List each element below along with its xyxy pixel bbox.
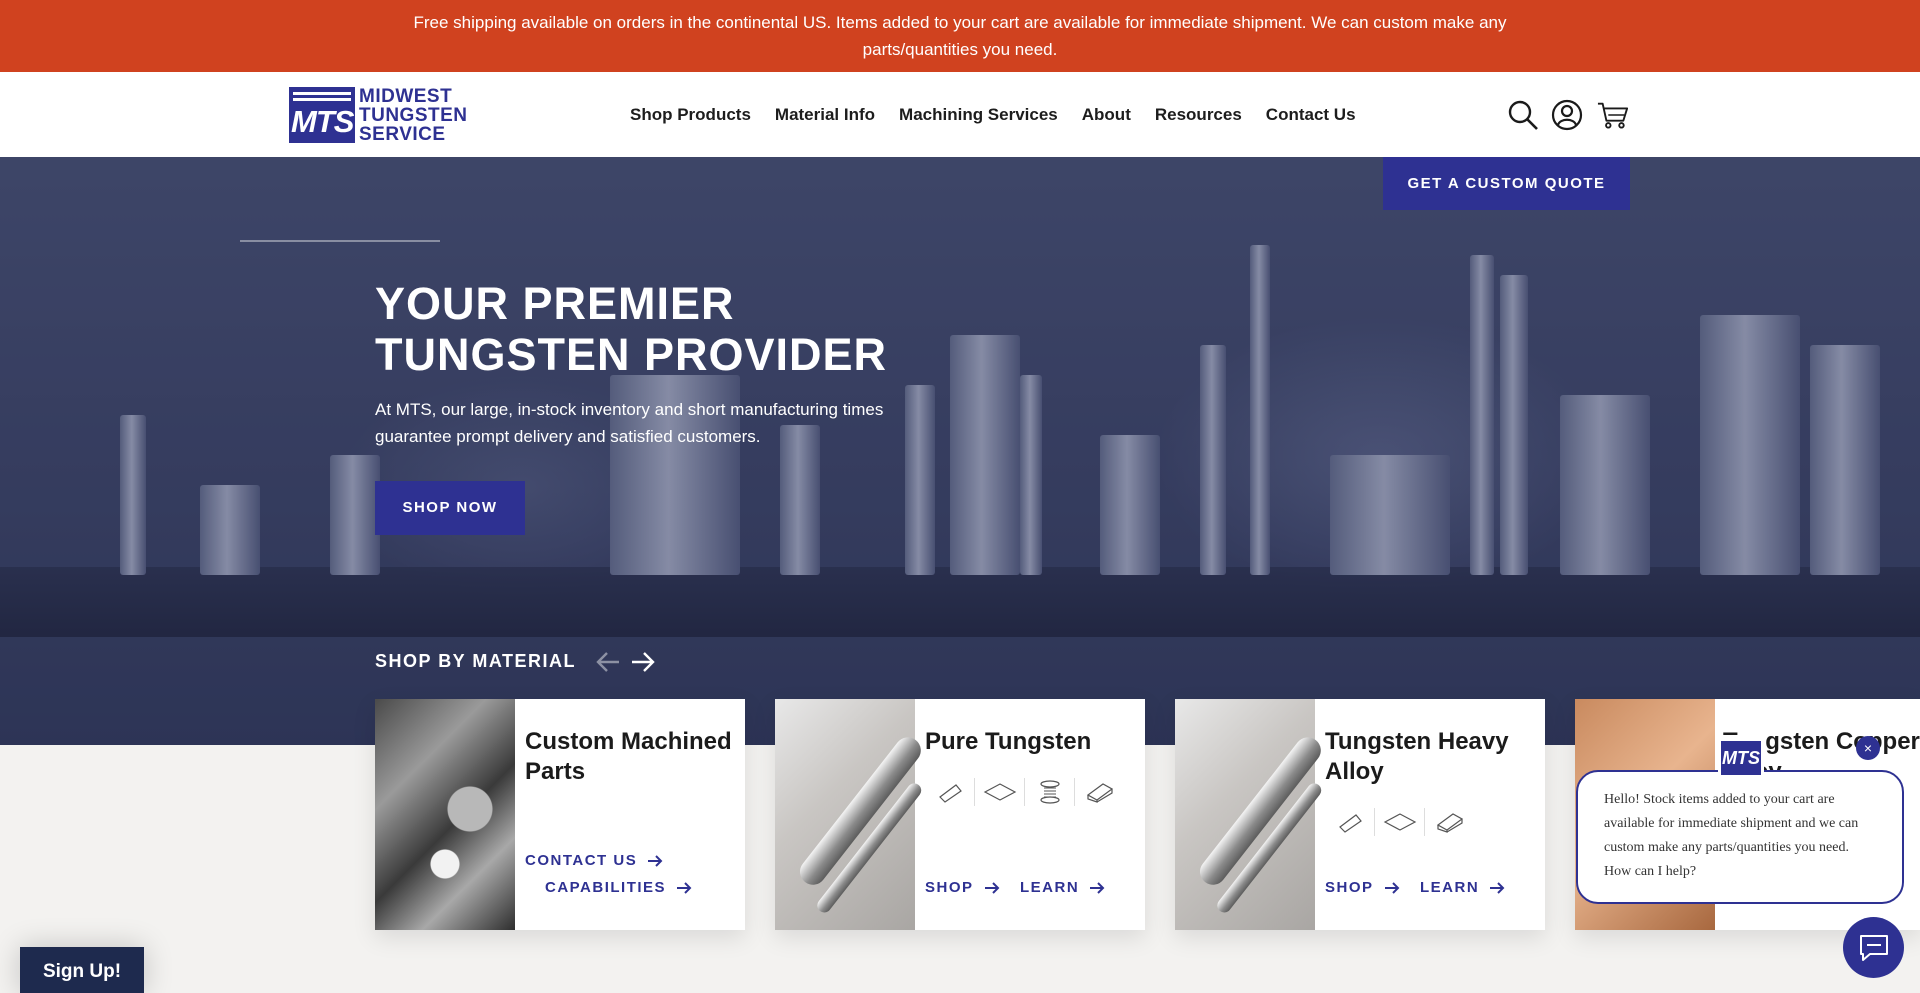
material-card-pure-tungsten[interactable]: Pure Tungsten SHOP LEARN [775, 699, 1145, 930]
learn-link[interactable]: LEARN [1020, 879, 1105, 896]
search-icon[interactable] [1507, 99, 1539, 131]
bar-shape-icon[interactable] [1425, 808, 1475, 836]
arrow-right-icon [1090, 881, 1105, 894]
logo-mark: MTS [289, 87, 355, 143]
chat-icon [1859, 934, 1888, 961]
learn-link[interactable]: LEARN [1420, 879, 1505, 896]
wire-spool-icon[interactable] [1025, 778, 1075, 806]
arrow-right-icon [677, 881, 692, 894]
material-card-heavy-alloy[interactable]: Tungsten Heavy Alloy SHOP LEARN [1175, 699, 1545, 930]
bar-shape-icon[interactable] [1075, 778, 1125, 806]
announcement-bar: Free shipping available on orders in the… [0, 0, 1920, 72]
nav-machining-services[interactable]: Machining Services [899, 105, 1058, 125]
cart-icon[interactable] [1597, 99, 1629, 131]
chat-close-button[interactable]: × [1856, 736, 1880, 760]
tungsten-rods-image [775, 699, 927, 930]
arrow-right-icon [984, 881, 999, 894]
nav-shop-products[interactable]: Shop Products [630, 105, 751, 125]
material-card-custom-machined[interactable]: Custom Machined Parts CONTACT US CAPABIL… [375, 699, 745, 930]
hero-subtitle: At MTS, our large, in-stock inventory an… [375, 400, 884, 446]
carousel-prev-icon[interactable] [595, 650, 621, 674]
shop-link[interactable]: SHOP [925, 879, 1000, 896]
hero-title: YOUR PREMIER TUNGSTEN PROVIDER [375, 278, 888, 380]
machined-parts-image [375, 699, 515, 930]
capabilities-link[interactable]: CAPABILITIES [545, 879, 692, 896]
chat-launcher-button[interactable] [1843, 917, 1904, 978]
site-logo[interactable]: MTS MIDWEST TUNGSTEN SERVICE [289, 86, 469, 144]
rod-shape-icon[interactable] [1325, 808, 1375, 836]
contact-us-link[interactable]: CONTACT US [525, 852, 663, 869]
shop-now-button[interactable]: SHOP NOW [375, 481, 525, 535]
card-title: Pure Tungsten [925, 728, 1092, 755]
card-title: Custom Machined Parts [525, 728, 732, 785]
alloy-rods-image [1175, 699, 1327, 930]
product-shapes [925, 778, 1125, 806]
chat-message[interactable]: Hello! Stock items added to your cart ar… [1576, 770, 1904, 904]
nav-about[interactable]: About [1082, 105, 1131, 125]
hero-banner [0, 157, 1920, 745]
plate-shape-icon[interactable] [1375, 808, 1425, 836]
card-title: Tungsten Heavy Alloy [1325, 728, 1509, 785]
account-icon[interactable] [1551, 99, 1583, 131]
arrow-right-icon [648, 854, 663, 867]
carousel-next-icon[interactable] [630, 650, 656, 674]
main-nav: Shop Products Material Info Machining Se… [630, 72, 1356, 157]
hero-divider [240, 240, 440, 242]
arrow-right-icon [1384, 881, 1399, 894]
announcement-text: Free shipping available on orders in the… [413, 13, 1507, 59]
site-header: MTS MIDWEST TUNGSTEN SERVICE Shop Produc… [0, 72, 1920, 157]
nav-contact-us[interactable]: Contact Us [1266, 105, 1356, 125]
nav-resources[interactable]: Resources [1155, 105, 1242, 125]
custom-quote-button[interactable]: GET A CUSTOM QUOTE [1383, 157, 1630, 210]
chat-avatar: MTS [1718, 735, 1764, 781]
logo-wordmark: MIDWEST TUNGSTEN SERVICE [359, 85, 468, 145]
arrow-right-icon [1490, 881, 1505, 894]
sign-up-button[interactable]: Sign Up! [20, 947, 144, 993]
nav-material-info[interactable]: Material Info [775, 105, 875, 125]
product-shapes [1325, 808, 1475, 836]
rod-shape-icon[interactable] [925, 778, 975, 806]
shop-by-material-heading: SHOP BY MATERIAL [375, 651, 577, 671]
plate-shape-icon[interactable] [975, 778, 1025, 806]
shop-link[interactable]: SHOP [1325, 879, 1400, 896]
